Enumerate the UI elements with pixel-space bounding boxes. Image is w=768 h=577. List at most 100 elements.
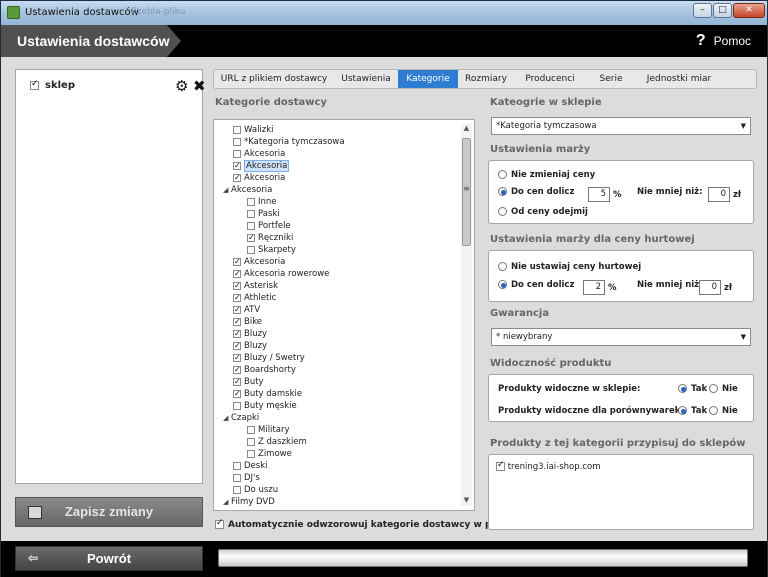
tree-node[interactable]: Z daszkiem [214, 436, 460, 448]
close-icon[interactable]: ✖ [193, 77, 206, 95]
tree-node-checkbox[interactable] [247, 425, 255, 434]
tree-node-checkbox[interactable] [233, 401, 241, 410]
tree-node-checkbox[interactable] [233, 473, 241, 482]
auto-map-row[interactable]: Automatycznie odwzorowuj kategorie dosta… [215, 518, 520, 530]
tree-node[interactable]: Boardshorty [214, 364, 460, 376]
shop-category-select[interactable]: *Kategoria tymczasowa ▼ [491, 117, 751, 135]
tree-node-checkbox[interactable] [233, 304, 241, 316]
visibility-shop-no-radio[interactable] [709, 384, 718, 393]
shop-row[interactable]: sklep ⚙ ✖ [30, 77, 206, 96]
margin-radio-none[interactable] [498, 170, 507, 179]
tree-node-checkbox[interactable] [233, 340, 241, 352]
wholesale-value-input[interactable]: 2 [583, 280, 605, 295]
title-bar[interactable]: Ustawienia dostawców Ezebla-pliku – □ ✕ [1, 1, 767, 25]
margin-radio-subtract[interactable] [498, 207, 507, 216]
tree-node-checkbox[interactable] [247, 209, 255, 218]
tree-node[interactable]: Buty damskie [214, 388, 460, 400]
tree-node-checkbox[interactable] [233, 137, 241, 146]
tree-node[interactable]: Bluzy [214, 328, 460, 340]
tree-node-checkbox[interactable] [233, 461, 241, 470]
tree-node-checkbox[interactable] [247, 449, 255, 458]
tree-node-checkbox[interactable] [233, 125, 241, 134]
assign-shop-checkbox[interactable] [496, 460, 505, 471]
tree-node-checkbox[interactable] [233, 160, 241, 172]
tree-node[interactable]: Athletic [214, 292, 460, 304]
tab-0[interactable]: URL z plikiem dostawcy [214, 70, 334, 88]
tree-node[interactable]: Portfele [214, 220, 460, 232]
wholesale-radio-add[interactable] [498, 280, 507, 289]
tree-node[interactable]: Ręczniki [214, 232, 460, 244]
tree-node[interactable]: Asterisk [214, 280, 460, 292]
tree-node[interactable]: Walizki [214, 124, 460, 136]
tree-expander-icon[interactable]: ◢ [223, 184, 231, 196]
tree-node[interactable]: Do uszu [214, 484, 460, 496]
tree-node-checkbox[interactable] [233, 364, 241, 376]
scroll-down-icon[interactable]: ▼ [461, 496, 472, 506]
tree-node-checkbox[interactable] [247, 221, 255, 230]
tree-node[interactable]: Buty [214, 376, 460, 388]
tree-node-checkbox[interactable] [233, 172, 241, 184]
tree-node-checkbox[interactable] [233, 268, 241, 280]
margin-option-none[interactable]: Nie zmieniaj ceny [498, 170, 595, 180]
tree-node[interactable]: Akcesoria [214, 160, 460, 172]
tree-node[interactable]: Akcesoria [214, 256, 460, 268]
tree-node-checkbox[interactable] [233, 388, 241, 400]
tree-node-checkbox[interactable] [233, 376, 241, 388]
tree-node-checkbox[interactable] [233, 485, 241, 494]
tree-node[interactable]: Skarpety [214, 244, 460, 256]
tree-node[interactable]: Bike [214, 316, 460, 328]
tree-node[interactable]: DJ's [214, 472, 460, 484]
tab-5[interactable]: Serie [586, 70, 636, 88]
margin-radio-add[interactable] [498, 187, 507, 196]
tree-node-checkbox[interactable] [247, 197, 255, 206]
tree-node-checkbox[interactable] [233, 328, 241, 340]
tree-node-checkbox[interactable] [247, 437, 255, 446]
tree-scrollbar[interactable]: ▲ ≡ ▼ [461, 124, 472, 506]
tree-node[interactable]: Bluzy [214, 340, 460, 352]
assign-shop-row[interactable]: trening3.iai-shop.com [496, 460, 600, 472]
auto-map-checkbox[interactable] [215, 518, 224, 529]
tree-node[interactable]: ◢ Czapki [214, 412, 460, 424]
warranty-select[interactable]: * niewybrany ▼ [491, 328, 751, 346]
tree-node[interactable]: Paski [214, 208, 460, 220]
visibility-shop-yes[interactable]: Tak [678, 384, 707, 394]
tree-node[interactable]: Zimowe [214, 448, 460, 460]
tree-node-checkbox[interactable] [233, 292, 241, 304]
tree-node[interactable]: Deski [214, 460, 460, 472]
margin-min-input[interactable]: 0 [708, 187, 730, 202]
wholesale-radio-none[interactable] [498, 262, 507, 271]
tree-node[interactable]: ◢ Filmy DVD [214, 496, 460, 508]
tab-4[interactable]: Producenci [514, 70, 586, 88]
tree-node[interactable]: ATV [214, 304, 460, 316]
wholesale-min-input[interactable]: 0 [699, 280, 721, 295]
tree-node[interactable]: Akcesoria rowerowe [214, 268, 460, 280]
tree-node[interactable]: ◢ Akcesoria [214, 184, 460, 196]
wholesale-option-none[interactable]: Nie ustawiaj ceny hurtowej [498, 262, 641, 272]
tab-3[interactable]: Rozmiary [458, 70, 514, 88]
help-button[interactable]: ? Pomoc [696, 25, 751, 57]
tree-node-checkbox[interactable] [247, 232, 255, 244]
visibility-compare-no-radio[interactable] [709, 406, 718, 415]
visibility-compare-no[interactable]: Nie [709, 406, 738, 416]
tab-6[interactable]: Jednostki miar [636, 70, 722, 88]
margin-value-input[interactable]: 5 [588, 187, 610, 202]
tree-expander-icon[interactable]: ◢ [223, 412, 231, 424]
gear-icon[interactable]: ⚙ [175, 77, 188, 95]
tree-node-checkbox[interactable] [233, 256, 241, 268]
margin-option-subtract[interactable]: Od ceny odejmij [498, 207, 588, 217]
maximize-button[interactable]: □ [713, 3, 732, 18]
close-window-button[interactable]: ✕ [733, 3, 765, 18]
tree-node-checkbox[interactable] [233, 352, 241, 364]
tree-node[interactable]: *Kategoria tymczasowa [214, 136, 460, 148]
tree-node-checkbox[interactable] [233, 149, 241, 158]
visibility-shop-yes-radio[interactable] [678, 384, 687, 393]
shop-checkbox[interactable] [30, 79, 39, 90]
visibility-shop-no[interactable]: Nie [709, 384, 738, 394]
margin-option-add[interactable]: Do cen dolicz [498, 187, 574, 197]
tree-node[interactable]: Bluzy / Swetry [214, 352, 460, 364]
visibility-compare-yes[interactable]: Tak [678, 406, 707, 416]
tree-node[interactable]: Inne [214, 196, 460, 208]
minimize-button[interactable]: – [693, 3, 712, 18]
tab-1[interactable]: Ustawienia [334, 70, 398, 88]
tree-node-checkbox[interactable] [233, 280, 241, 292]
